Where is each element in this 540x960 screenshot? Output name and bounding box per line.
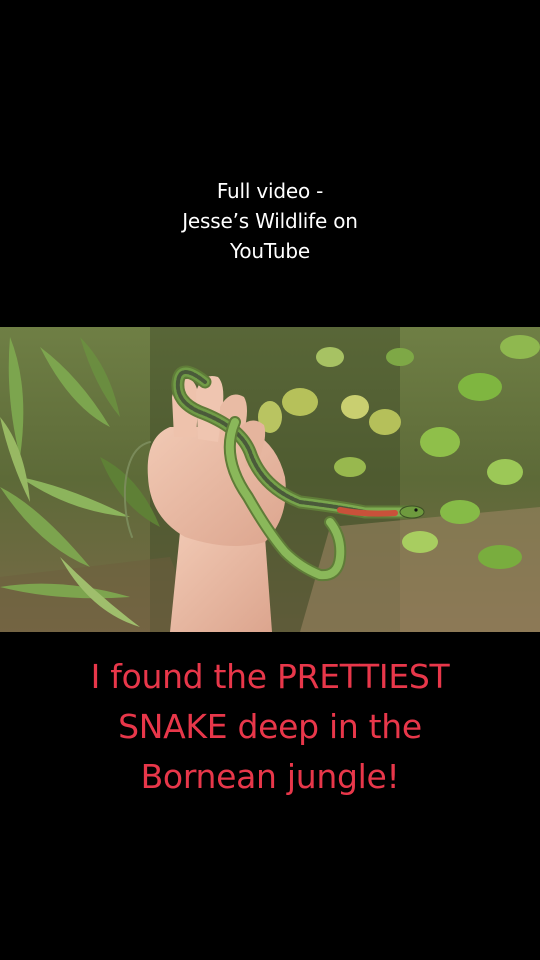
bottom-caption-line-1: I found the PRETTIEST: [90, 657, 450, 696]
top-caption-line-2: Jesse’s Wildlife on: [182, 209, 358, 233]
bottom-caption-line-3: Bornean jungle!: [140, 757, 400, 796]
bottom-caption: I found the PRETTIEST SNAKE deep in the …: [0, 652, 540, 802]
snake-photo: [0, 327, 540, 632]
bottom-caption-line-2: SNAKE deep in the: [118, 707, 422, 746]
top-caption: Full video - Jesse’s Wildlife on YouTube: [0, 176, 540, 266]
video-frame: Full video - Jesse’s Wildlife on YouTube: [0, 0, 540, 960]
top-caption-line-1: Full video -: [216, 179, 324, 203]
top-caption-line-3: YouTube: [230, 239, 310, 263]
